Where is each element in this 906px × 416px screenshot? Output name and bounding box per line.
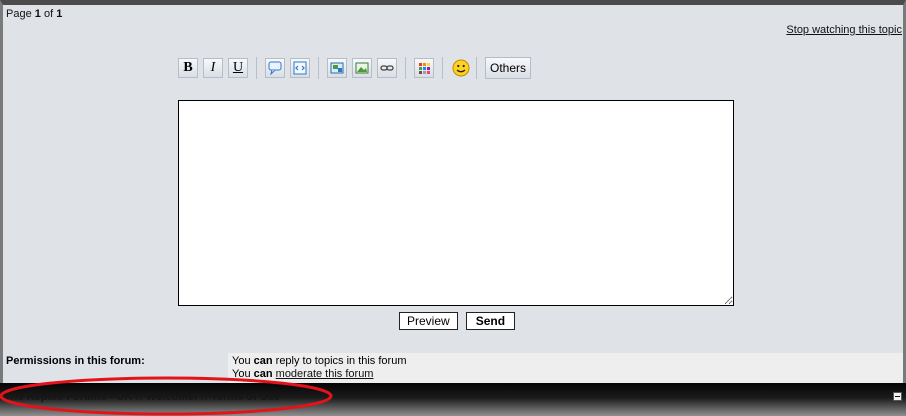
permission-moderate: You can moderate this forum (232, 368, 899, 381)
italic-button[interactable]: I (203, 58, 223, 78)
permission-moderate-can: can (253, 368, 273, 380)
preview-button[interactable]: Preview (399, 312, 458, 330)
footer-separator: :: (200, 391, 208, 403)
code-icon (293, 61, 307, 75)
toolbar-separator (318, 57, 319, 79)
smiley-icon (452, 59, 470, 77)
toolbar-separator (405, 57, 406, 79)
hosted-image-icon (330, 62, 344, 74)
link-button[interactable] (377, 58, 397, 78)
others-button[interactable]: Others (485, 57, 532, 79)
bold-icon: B (183, 60, 193, 75)
pagination: Page 1 of 1 (6, 8, 62, 20)
footer-bar: The Reptile Forums - UK :: Welcome! :: T… (0, 383, 906, 416)
send-button[interactable]: Send (465, 312, 516, 330)
toolbar-separator (442, 57, 443, 79)
permission-reply-can: can (253, 355, 273, 367)
pagination-separator: of (43, 8, 54, 20)
footer-separator: :: (135, 391, 143, 403)
link-icon (380, 65, 394, 71)
permissions-row: Permissions in this forum: You can reply… (3, 353, 903, 383)
toolbar-separator (256, 57, 257, 79)
color-button[interactable] (414, 58, 434, 78)
underline-icon: U (232, 60, 244, 75)
moderate-forum-link[interactable]: moderate this forum (276, 368, 374, 380)
pagination-prefix: Page (6, 8, 32, 20)
editor-toolbar: B I U Others (178, 57, 532, 79)
footer-collapse-icon[interactable] (893, 392, 902, 401)
footer-site-link[interactable]: The Reptile Forums - UK (4, 391, 132, 403)
permission-moderate-pre: You (232, 368, 251, 380)
image-button[interactable] (352, 58, 372, 78)
code-button[interactable] (290, 58, 310, 78)
toolbar-separator (476, 57, 477, 79)
footer-welcome-link[interactable]: Welcome! (146, 391, 198, 403)
quote-button[interactable] (265, 58, 285, 78)
permissions-label: Permissions in this forum: (3, 353, 228, 383)
bold-button[interactable]: B (178, 58, 198, 78)
pagination-total: 1 (56, 8, 63, 20)
footer-terms-link[interactable]: Terms of Use (211, 391, 280, 403)
pagination-current: 1 (34, 8, 41, 20)
message-editor[interactable] (178, 100, 734, 306)
smiley-button[interactable] (451, 58, 471, 78)
hosted-image-button[interactable] (327, 58, 347, 78)
permission-reply-text: reply to topics in this forum (275, 355, 407, 367)
form-actions: Preview Send (399, 312, 516, 330)
permission-reply-pre: You (232, 355, 251, 367)
footer-links: The Reptile Forums - UK :: Welcome! :: T… (4, 391, 280, 403)
color-icon (419, 63, 430, 74)
italic-icon: I (210, 60, 216, 75)
stop-watching-link[interactable]: Stop watching this topic (786, 24, 902, 36)
permission-reply: You can reply to topics in this forum (232, 355, 899, 368)
underline-button[interactable]: U (228, 58, 248, 78)
permissions-list: You can reply to topics in this forum Yo… (228, 353, 903, 383)
image-icon (355, 62, 369, 74)
quote-icon (268, 61, 282, 75)
